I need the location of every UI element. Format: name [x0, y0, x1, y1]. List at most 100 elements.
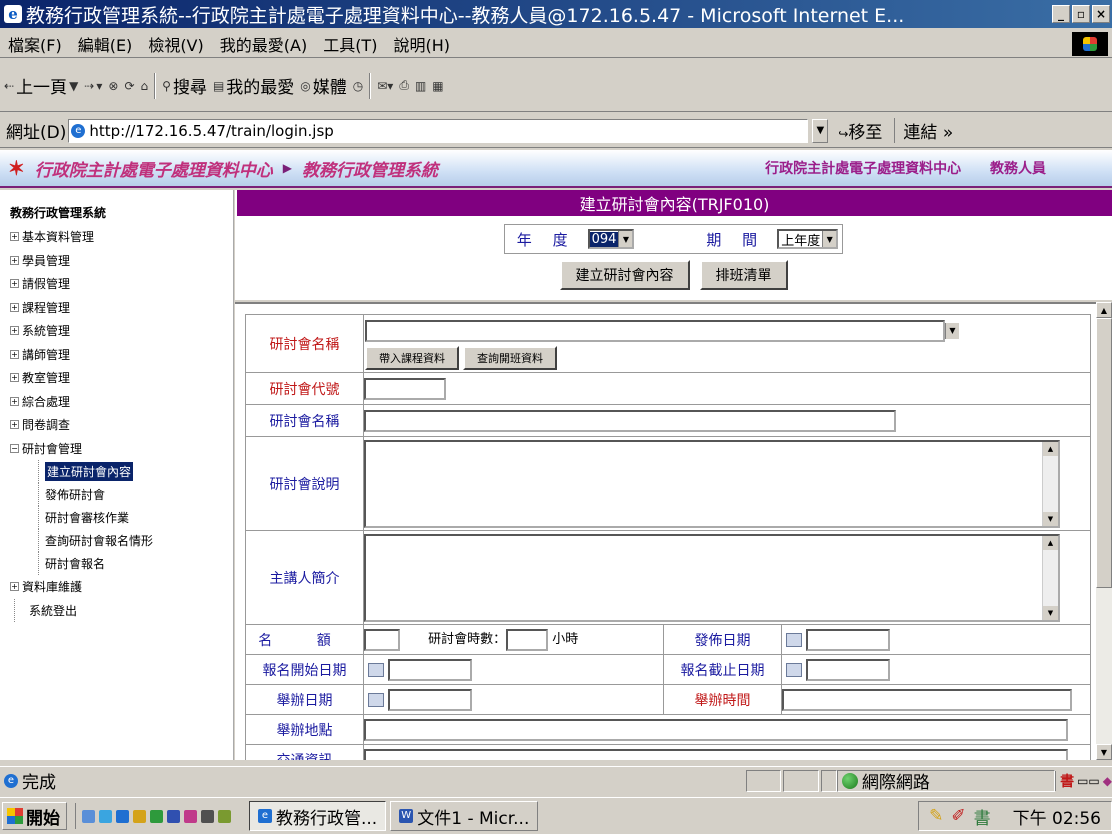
textarea-scrollbar[interactable]: ▲ ▼	[1042, 441, 1058, 526]
year-select[interactable]: 094 ▼	[587, 229, 635, 249]
import-course-button[interactable]: 帶入課程資料	[365, 345, 459, 370]
edit-icon[interactable]: ▥	[415, 79, 426, 93]
publish-date-input[interactable]	[806, 628, 890, 651]
tree-item-query-registration[interactable]: 查詢研討會報名情形	[38, 529, 233, 552]
tree-node-courses[interactable]: + 課程管理	[10, 296, 233, 320]
tray-ime-mode[interactable]: 書	[974, 804, 991, 829]
stop-icon[interactable]: ⊗	[108, 79, 118, 93]
calendar-icon[interactable]	[368, 662, 384, 677]
menu-edit[interactable]: 編輯(E)	[70, 32, 141, 56]
calendar-icon[interactable]	[786, 662, 802, 677]
quick-launch-icon[interactable]	[133, 809, 146, 823]
menu-favorites[interactable]: 我的最愛(A)	[212, 32, 315, 56]
place-input[interactable]	[364, 718, 1068, 741]
hold-time-input[interactable]	[782, 688, 1072, 711]
page-scrollbar[interactable]: ▲ ▼	[1096, 302, 1112, 760]
expand-icon[interactable]: +	[10, 232, 19, 242]
menu-tools[interactable]: 工具(T)	[315, 32, 385, 56]
expand-icon[interactable]: +	[10, 255, 19, 265]
close-button[interactable]: ×	[1092, 5, 1110, 23]
menu-file[interactable]: 檔案(F)	[0, 32, 70, 56]
tree-node-general[interactable]: + 綜合處理	[10, 390, 233, 414]
address-input[interactable]: e http://172.16.5.47/train/login.jsp	[68, 118, 809, 143]
refresh-icon[interactable]: ⟳	[124, 79, 134, 93]
links-button[interactable]: 連結 »	[894, 118, 953, 143]
expand-icon[interactable]: +	[10, 396, 19, 406]
chevron-down-icon[interactable]: ▼	[618, 231, 633, 247]
task-word[interactable]: W 文件1 - Micr...	[390, 801, 539, 831]
quota-input[interactable]	[364, 628, 400, 651]
seminar-code-input[interactable]	[364, 377, 446, 400]
calendar-icon[interactable]	[786, 632, 802, 647]
tree-node-system[interactable]: + 系統管理	[10, 319, 233, 343]
tree-node-classrooms[interactable]: + 教室管理	[10, 366, 233, 390]
forward-button[interactable]: ⇢ ▾	[84, 79, 102, 93]
hours-input[interactable]	[506, 628, 549, 651]
scroll-thumb[interactable]	[1096, 318, 1112, 588]
media-button[interactable]: ◎ 媒體	[300, 73, 346, 98]
menu-help[interactable]: 說明(H)	[385, 32, 458, 56]
menu-view[interactable]: 檢視(V)	[140, 32, 211, 56]
task-ie[interactable]: e 教務行政管...	[249, 801, 387, 831]
period-select[interactable]: 上年度 ▼	[777, 229, 839, 249]
reg-start-input[interactable]	[388, 658, 472, 681]
traffic-input[interactable]	[364, 748, 1068, 760]
seminar-desc-textarea[interactable]: ▲ ▼	[364, 439, 1060, 528]
tree-node-seminar[interactable]: − 研討會管理	[10, 437, 233, 461]
print-icon[interactable]: ⎙	[399, 78, 409, 93]
search-button[interactable]: ⚲ 搜尋	[162, 73, 207, 98]
expand-icon[interactable]: +	[10, 373, 19, 383]
minimize-button[interactable]: _	[1052, 5, 1070, 23]
tree-node-students[interactable]: + 學員管理	[10, 249, 233, 273]
scroll-down-icon[interactable]: ▼	[1096, 744, 1112, 760]
quick-launch-icon[interactable]	[99, 809, 112, 823]
maximize-button[interactable]: ▫	[1072, 5, 1090, 23]
reg-end-input[interactable]	[806, 658, 890, 681]
tree-item-logout[interactable]: 系統登出	[14, 598, 233, 622]
quick-launch-icon[interactable]	[201, 809, 214, 823]
expand-icon[interactable]: +	[10, 420, 19, 430]
quick-launch-icon[interactable]	[150, 809, 163, 823]
quick-launch-icon[interactable]	[167, 809, 180, 823]
go-button[interactable]: ↪移至	[838, 118, 882, 143]
seminar-name-select[interactable]	[365, 319, 945, 342]
quick-launch-icon[interactable]	[218, 809, 231, 823]
seminar-name-input[interactable]	[364, 409, 896, 432]
quick-launch-icon[interactable]	[82, 809, 95, 823]
tree-node-database[interactable]: + 資料庫維護	[10, 575, 233, 599]
expand-icon[interactable]: +	[10, 279, 19, 289]
favorites-button[interactable]: ▤ 我的最愛	[213, 73, 294, 98]
textarea-scrollbar[interactable]: ▲ ▼	[1042, 535, 1058, 620]
create-seminar-button[interactable]: 建立研討會內容	[559, 260, 690, 290]
speaker-intro-textarea[interactable]: ▲ ▼	[364, 533, 1060, 622]
ime-bar[interactable]: 書 ▭▭ ◆	[1055, 770, 1112, 791]
hold-date-input[interactable]	[388, 688, 472, 711]
expand-icon[interactable]: +	[10, 349, 19, 359]
tree-item-review-seminar[interactable]: 研討會審核作業	[38, 506, 233, 529]
expand-icon[interactable]: +	[10, 302, 19, 312]
query-class-button[interactable]: 查詢開班資料	[463, 345, 557, 370]
schedule-list-button[interactable]: 排班清單	[699, 260, 788, 290]
collapse-icon[interactable]: −	[10, 443, 19, 453]
tree-node-survey[interactable]: + 問卷調查	[10, 413, 233, 437]
calendar-icon[interactable]	[368, 692, 384, 707]
quick-launch-icon[interactable]	[116, 809, 129, 823]
back-button[interactable]: ⇠ 上一頁 ▼	[4, 73, 78, 98]
tree-node-leave[interactable]: + 請假管理	[10, 272, 233, 296]
chevron-down-icon[interactable]: ▼	[822, 231, 837, 247]
tree-node-basic[interactable]: + 基本資料管理	[10, 225, 233, 249]
start-button[interactable]: 開始	[2, 802, 67, 830]
scroll-up-icon[interactable]: ▲	[1096, 302, 1112, 318]
quick-launch-icon[interactable]	[184, 809, 197, 823]
expand-icon[interactable]: +	[10, 582, 19, 592]
tree-item-register-seminar[interactable]: 研討會報名	[38, 552, 233, 575]
chevron-down-icon[interactable]: ▼	[945, 319, 959, 342]
tree-item-create-seminar[interactable]: 建立研討會內容	[38, 460, 233, 483]
expand-icon[interactable]: +	[10, 326, 19, 336]
address-dropdown-icon[interactable]: ▼	[812, 118, 829, 143]
discuss-icon[interactable]: ▦	[432, 79, 443, 93]
mail-icon[interactable]: ✉▾	[377, 79, 393, 93]
tray-pen-icon[interactable]: ✐	[951, 806, 965, 826]
tree-node-lecturers[interactable]: + 講師管理	[10, 343, 233, 367]
history-icon[interactable]: ◷	[353, 79, 363, 93]
